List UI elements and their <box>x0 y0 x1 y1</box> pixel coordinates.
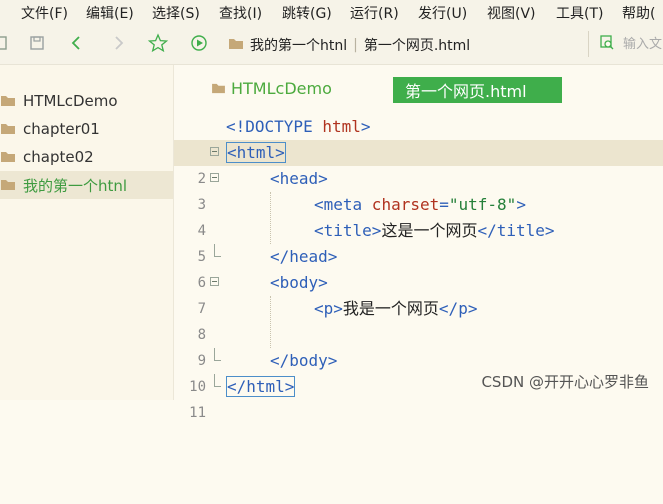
code-token-attr: charset <box>362 195 440 214</box>
code-line: 5 <title>这是一个网页</title> <box>174 218 663 265</box>
menu-tools[interactable]: 工具(T) <box>556 3 603 23</box>
fold-collapse-icon[interactable] <box>210 277 219 286</box>
code-line-current: 2 <html> <box>174 140 663 187</box>
code-token-tag: > <box>360 117 371 136</box>
sidebar-item-label: chapte02 <box>23 148 94 166</box>
search-input[interactable] <box>621 35 663 53</box>
code-token-tag: <head> <box>270 169 328 188</box>
run-icon[interactable] <box>188 32 210 54</box>
code-token-tag: </body> <box>270 351 338 370</box>
code-line: 4 <meta charset="utf-8"> <box>174 192 663 239</box>
code-token-tag: </title> <box>477 221 555 240</box>
code-token-text: 这是一个网页 <box>381 221 478 240</box>
menu-goto[interactable]: 跳转(G) <box>282 3 332 23</box>
toolbar: 我的第一个htnl | 第一个网页.html <box>0 24 663 65</box>
sidebar-item-label: chapter01 <box>23 120 100 138</box>
code-token-tag: > <box>516 195 526 214</box>
fold-end-marker <box>214 244 221 257</box>
code-token-eq: = <box>439 195 449 214</box>
menu-publish[interactable]: 发行(U) <box>418 3 467 23</box>
code-token-attr: html <box>312 117 361 136</box>
menu-select[interactable]: 选择(S) <box>152 3 200 23</box>
code-line: 6 </head> <box>174 244 663 291</box>
code-token-tag: </html> <box>226 376 296 397</box>
code-token-tag: <meta <box>314 195 363 214</box>
folder-icon <box>212 79 225 98</box>
menu-edit[interactable]: 编辑(E) <box>86 3 134 23</box>
code-token-tag: <body> <box>270 273 328 292</box>
folder-icon <box>1 179 15 191</box>
menu-file[interactable]: 文件(F) <box>21 3 68 23</box>
code-token-tag: <p> <box>314 299 343 318</box>
code-line: 7 <body> <box>174 270 663 317</box>
menu-bar: 文件(F) 编辑(E) 选择(S) 查找(I) 跳转(G) 运行(R) 发行(U… <box>0 0 663 24</box>
code-token-tag: </head> <box>270 247 338 266</box>
menu-help[interactable]: 帮助( <box>622 3 655 23</box>
fold-collapse-icon[interactable] <box>210 147 219 156</box>
tab-active-file[interactable]: 第一个网页.html <box>393 77 562 103</box>
watermark: CSDN @开开心心罗非鱼 <box>481 373 649 391</box>
line-number: 11 <box>189 405 206 421</box>
forward-arrow-icon[interactable] <box>107 32 129 54</box>
menu-find[interactable]: 查找(I) <box>219 3 262 23</box>
save-icon[interactable] <box>26 32 48 54</box>
menu-run[interactable]: 运行(R) <box>350 3 399 23</box>
code-token-tag: <!DOCTYPE <box>226 117 313 136</box>
fold-collapse-icon[interactable] <box>210 173 219 182</box>
star-icon[interactable] <box>147 32 169 54</box>
code-line: 9 <box>174 322 663 369</box>
code-token-tag: </p> <box>438 299 478 318</box>
folder-icon <box>1 123 15 135</box>
folder-icon <box>1 151 15 163</box>
breadcrumb-file[interactable]: 第一个网页.html <box>364 35 470 55</box>
tab-project[interactable]: HTMLcDemo <box>212 79 332 98</box>
tab-project-label: HTMLcDemo <box>231 79 332 98</box>
code-token-tag: <html> <box>226 142 286 163</box>
menu-view[interactable]: 视图(V) <box>487 3 536 23</box>
code-editor[interactable]: 1 <!DOCTYPE html> 2 <html> 3 <head> 4 <m… <box>174 114 663 421</box>
folder-icon <box>228 37 244 54</box>
breadcrumb-folder[interactable]: 我的第一个htnl <box>250 35 347 55</box>
search-box <box>588 31 663 57</box>
sidebar-item-first-htnl[interactable]: 我的第一个htnl <box>0 171 173 199</box>
code-token-text: 我是一个网页 <box>342 299 439 318</box>
breadcrumb-separator: | <box>353 37 358 53</box>
folder-icon <box>1 95 15 107</box>
new-file-icon[interactable] <box>0 32 10 54</box>
code-line: 3 <head> <box>174 166 663 213</box>
fold-end-marker <box>214 348 221 361</box>
editor-tabs: HTMLcDemo 第一个网页.html <box>174 65 663 105</box>
code-line: 8 <p>我是一个网页</p> <box>174 296 663 343</box>
sidebar-item-label: HTMLcDemo <box>23 92 118 110</box>
fold-end-marker <box>214 374 221 387</box>
code-line: 1 <!DOCTYPE html> <box>174 114 663 161</box>
code-token-string: "utf-8" <box>448 195 517 214</box>
sidebar-item-label: 我的第一个htnl <box>23 176 128 195</box>
sidebar-item-htmlcdemo[interactable]: HTMLcDemo <box>0 87 173 115</box>
code-token-tag: <title> <box>314 221 382 240</box>
back-arrow-icon[interactable] <box>66 32 88 54</box>
sidebar-item-chapte02[interactable]: chapte02 <box>0 143 173 171</box>
search-icon <box>599 34 615 54</box>
project-sidebar: HTMLcDemo chapter01 chapte02 我的第一个htnl <box>0 65 174 400</box>
sidebar-item-chapter01[interactable]: chapter01 <box>0 115 173 143</box>
breadcrumb: 我的第一个htnl | 第一个网页.html <box>228 33 470 57</box>
